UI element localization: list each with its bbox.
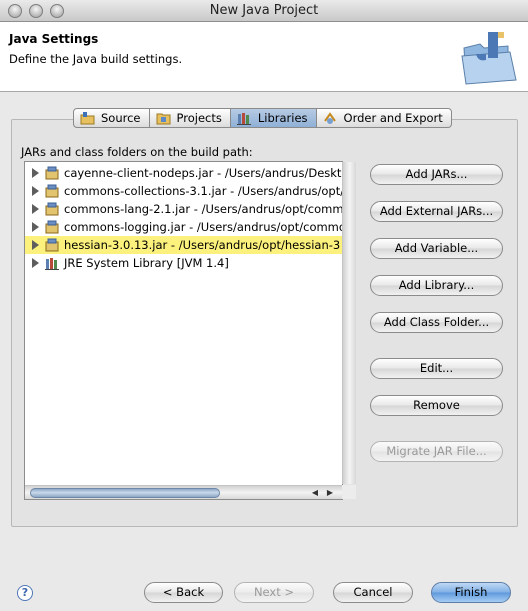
build-path-label: JARs and class folders on the build path…	[21, 145, 253, 159]
list-item[interactable]: commons-lang-2.1.jar - /Users/andrus/opt…	[25, 200, 343, 218]
add-variable-button[interactable]: Add Variable...	[370, 238, 503, 259]
jar-icon	[45, 202, 59, 216]
add-library-button[interactable]: Add Library...	[370, 275, 503, 296]
library-icon	[45, 258, 59, 270]
jar-icon	[45, 166, 59, 180]
jar-icon	[45, 184, 59, 198]
add-jars-button[interactable]: Add JARs...	[370, 164, 503, 185]
jar-icon	[45, 220, 59, 234]
list-item[interactable]: commons-logging.jar - /Users/andrus/opt/…	[25, 218, 343, 236]
scroll-left-arrow-icon[interactable]: ◀	[310, 488, 320, 498]
list-item-label: commons-lang-2.1.jar - /Users/andrus/opt…	[64, 202, 343, 216]
tab-libraries-label: Libraries	[257, 111, 308, 125]
scroll-right-arrow-icon[interactable]: ▶	[325, 488, 335, 498]
jar-icon	[45, 238, 59, 252]
page-description: Define the Java build settings.	[9, 52, 183, 66]
window-title: New Java Project	[209, 3, 319, 18]
new-java-project-window: New Java Project Java Settings Define th…	[0, 0, 528, 611]
list-item-label: hessian-3.0.13.jar - /Users/andrus/opt/h…	[64, 238, 341, 252]
tab-order-and-export-label: Order and Export	[343, 111, 443, 125]
horizontal-scroll-thumb[interactable]	[30, 488, 220, 498]
expand-triangle-icon[interactable]	[32, 168, 39, 178]
list-item-label: cayenne-client-nodeps.jar - /Users/andru…	[64, 166, 343, 180]
list-item[interactable]: commons-collections-3.1.jar - /Users/and…	[25, 182, 343, 200]
build-path-list[interactable]: cayenne-client-nodeps.jar - /Users/andru…	[24, 161, 343, 500]
wizard-header: Java Settings Define the Java build sett…	[0, 22, 528, 92]
title-bar[interactable]: New Java Project	[0, 0, 528, 22]
expand-triangle-icon[interactable]	[32, 186, 39, 196]
remove-button[interactable]: Remove	[370, 395, 503, 416]
tab-libraries[interactable]: Libraries	[230, 108, 317, 128]
horizontal-scrollbar[interactable]: ◀ ▶	[25, 485, 342, 499]
tab-projects-label: Projects	[176, 111, 222, 125]
expand-triangle-icon[interactable]	[32, 222, 39, 232]
back-button[interactable]: < Back	[144, 582, 223, 603]
migrate-jar-button[interactable]: Migrate JAR File...	[370, 441, 503, 462]
tab-source-label: Source	[101, 111, 141, 125]
java-project-folder-icon	[461, 32, 517, 85]
folder-source-icon	[80, 112, 95, 125]
vertical-scrollbar[interactable]	[342, 162, 356, 484]
add-external-jars-button[interactable]: Add External JARs...	[370, 201, 503, 222]
page-title: Java Settings	[9, 32, 99, 46]
add-class-folder-button[interactable]: Add Class Folder...	[370, 312, 503, 333]
list-item-label: JRE System Library [JVM 1.4]	[64, 256, 229, 270]
next-button[interactable]: Next >	[234, 582, 314, 603]
help-icon[interactable]: ?	[17, 585, 33, 601]
tab-source[interactable]: Source	[73, 108, 150, 128]
list-item-selected[interactable]: hessian-3.0.13.jar - /Users/andrus/opt/h…	[25, 236, 342, 254]
scroll-corner	[342, 485, 356, 499]
order-export-icon	[323, 112, 336, 124]
list-item[interactable]: cayenne-client-nodeps.jar - /Users/andru…	[25, 164, 343, 182]
list-item-label: commons-collections-3.1.jar - /Users/and…	[64, 184, 343, 198]
edit-button[interactable]: Edit...	[370, 358, 503, 379]
finish-button[interactable]: Finish	[431, 582, 511, 603]
tab-order-and-export[interactable]: Order and Export	[316, 108, 452, 128]
cancel-button[interactable]: Cancel	[333, 582, 413, 603]
libraries-icon	[236, 113, 251, 125]
expand-triangle-icon[interactable]	[32, 204, 39, 214]
build-settings-tabs: Source Projects Libraries Order and Expo…	[73, 108, 452, 128]
projects-icon	[156, 113, 170, 125]
tab-projects[interactable]: Projects	[149, 108, 231, 128]
list-item-label: commons-logging.jar - /Users/andrus/opt/…	[64, 220, 343, 234]
expand-triangle-icon[interactable]	[32, 258, 39, 268]
expand-triangle-icon[interactable]	[32, 240, 39, 250]
list-item[interactable]: JRE System Library [JVM 1.4]	[25, 254, 342, 272]
